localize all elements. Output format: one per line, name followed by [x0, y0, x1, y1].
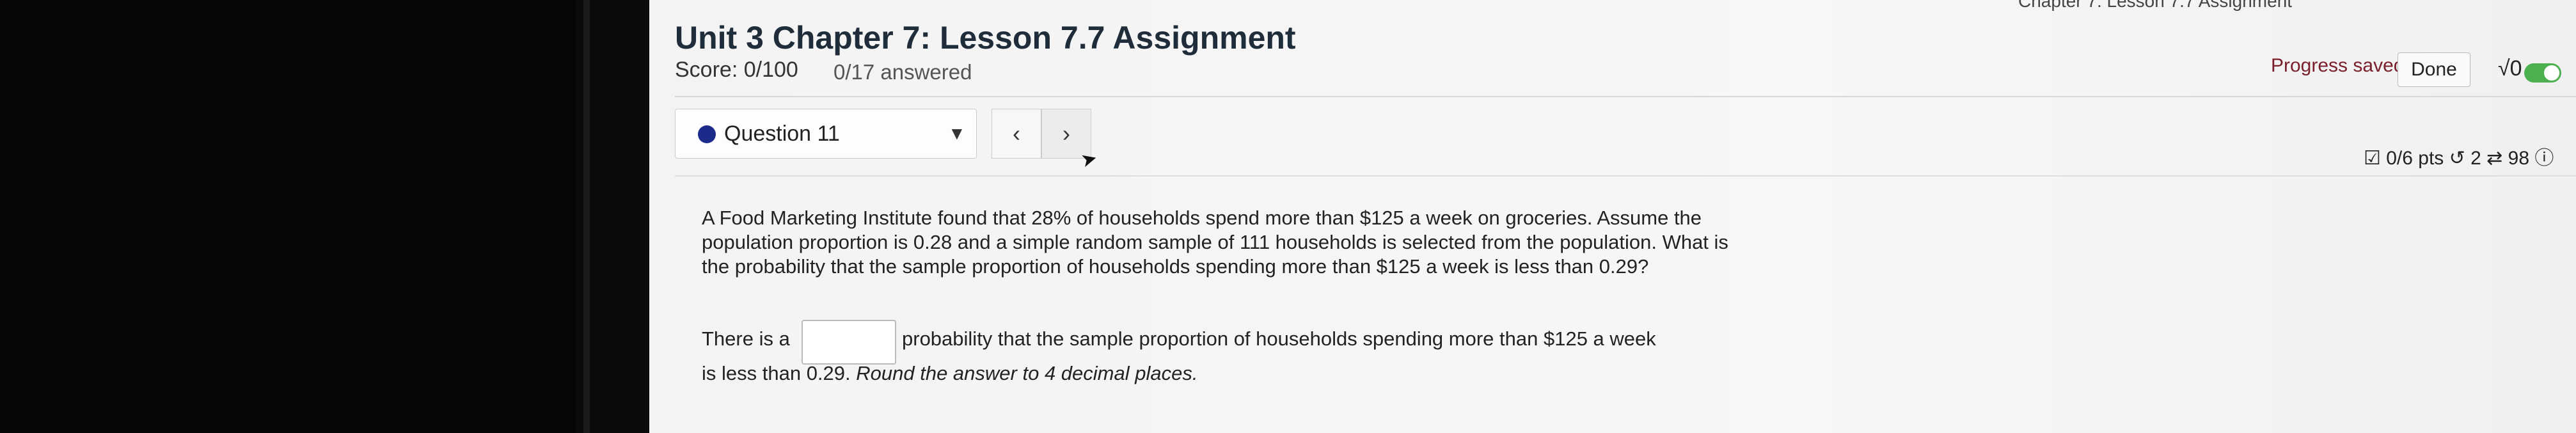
caret-down-icon: ▼ [948, 123, 966, 143]
answer-suffix: probability that the sample proportion o… [902, 327, 1656, 350]
dark-background [0, 0, 576, 433]
toggle-knob [2544, 65, 2559, 81]
question-select[interactable]: Question 11 ▼ [675, 109, 977, 159]
tab-title: Chapter 7: Lesson 7.7 Assignment [2018, 0, 2293, 11]
answer-line2-text: is less than 0.29. [702, 362, 851, 384]
answer-prefix: There is a [702, 327, 790, 350]
attempts-count: 98 [2508, 148, 2530, 169]
answer-input[interactable] [802, 320, 896, 365]
question-select-label: Question 11 [724, 122, 840, 146]
question-meta: ☑ 0/6 pts ↺ 2 ⇄ 98 ⓘ [2364, 142, 2554, 170]
mouse-cursor-icon: ➤ [1079, 147, 1100, 172]
previous-question-button[interactable]: ‹ [992, 109, 1041, 159]
answered-count: 0/17 answered [834, 60, 972, 84]
question-text: A Food Marketing Institute found that 28… [702, 207, 1728, 278]
attempts-icon: ⇄ [2486, 148, 2503, 169]
answer-line-2: is less than 0.29. Round the answer to 4… [702, 362, 1197, 385]
checkbox-icon: ☑ [2364, 148, 2381, 169]
points-label: 0/6 pts [2386, 148, 2444, 169]
chevron-right-icon: › [1063, 120, 1070, 146]
retry-icon: ↺ [2449, 148, 2465, 169]
done-button[interactable]: Done [2398, 52, 2470, 87]
retries-count: 2 [2470, 148, 2481, 169]
assignment-screen: Chapter 7: Lesson 7.7 Assignment Unit 3 … [649, 0, 2576, 433]
math-sqrt-icon[interactable]: √0 [2498, 56, 2522, 81]
assignment-title: Unit 3 Chapter 7: Lesson 7.7 Assignment [675, 20, 1296, 56]
divider-top [675, 96, 2576, 97]
question-status-dot [698, 125, 716, 143]
divider-mid [675, 175, 2576, 177]
progress-saved-label: Progress saved [2271, 55, 2405, 76]
info-icon[interactable]: ⓘ [2534, 148, 2554, 169]
math-toggle[interactable] [2524, 63, 2561, 83]
bezel-edge [583, 0, 590, 433]
answer-instruction: Round the answer to 4 decimal places. [856, 362, 1198, 384]
score-label: Score: 0/100 [675, 58, 798, 82]
chevron-left-icon: ‹ [1013, 120, 1020, 146]
